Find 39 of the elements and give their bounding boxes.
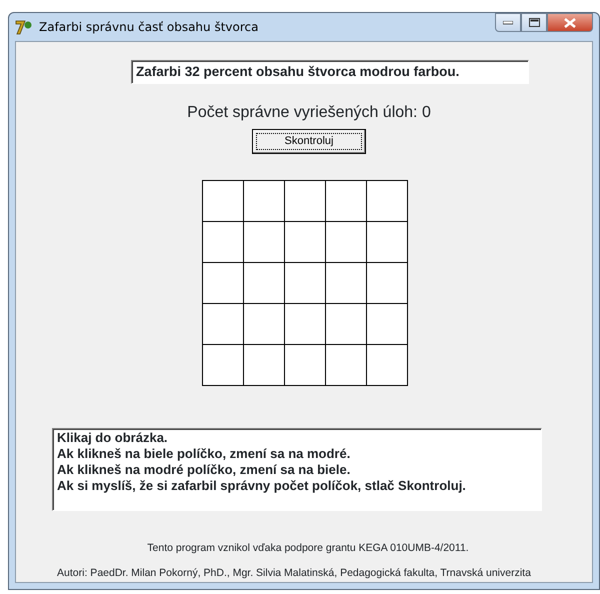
close-icon bbox=[564, 18, 576, 28]
maximize-button[interactable] bbox=[521, 13, 547, 32]
grid-cell[interactable] bbox=[326, 180, 367, 222]
grid-cell[interactable] bbox=[285, 262, 326, 304]
minimize-icon bbox=[503, 20, 513, 24]
grid-cell[interactable] bbox=[285, 180, 326, 222]
grid-cell[interactable] bbox=[203, 304, 244, 344]
task-field: Zafarbi 32 percent obsahu štvorca modrou farbou. bbox=[131, 60, 529, 84]
grid-cell[interactable] bbox=[326, 304, 367, 344]
grid-cell[interactable] bbox=[244, 304, 285, 344]
app-icon bbox=[15, 18, 33, 35]
grid-cell[interactable] bbox=[285, 304, 326, 344]
score-label: Počet správne vyriešených úloh: 0 bbox=[187, 102, 431, 122]
instructions-box: Klikaj do obrázka. Ak klikneš na biele políčko, zmení sa na modré. Ak klikneš na modré políčko, zmení sa na biele. Ak si myslíš, že si zafarbil správny počet políčok, stlač Skontroluj. bbox=[52, 428, 542, 510]
minimize-button[interactable] bbox=[495, 13, 521, 32]
check-button[interactable]: Skontroluj bbox=[252, 128, 366, 154]
close-button[interactable] bbox=[547, 13, 593, 32]
grid-cell[interactable] bbox=[367, 344, 408, 386]
grid-cell[interactable] bbox=[326, 262, 367, 304]
grid-cell[interactable] bbox=[285, 344, 326, 386]
grid-cell[interactable] bbox=[244, 180, 285, 222]
grid-cell[interactable] bbox=[367, 262, 408, 304]
grant-note: Tento program vznikol vďaka podpore grantu KEGA 010UMB-4/2011. bbox=[147, 540, 469, 556]
grid-cell[interactable] bbox=[203, 344, 244, 386]
grid-cell[interactable] bbox=[367, 304, 408, 344]
grid-cell[interactable] bbox=[326, 222, 367, 262]
grid-cell[interactable] bbox=[367, 180, 408, 222]
grid-cell[interactable] bbox=[326, 344, 367, 386]
maximize-icon bbox=[528, 18, 540, 27]
window-title: Zafarbi správnu časť obsahu štvorca bbox=[39, 18, 258, 36]
authors-note: Autori: PaedDr. Milan Pokorný, PhD., Mgr. Silvia Malatinská, Pedagogická fakulta, Trnavská univerzita bbox=[57, 566, 531, 582]
grid-cell[interactable] bbox=[244, 222, 285, 262]
grid-cell[interactable] bbox=[367, 222, 408, 262]
grid-cell[interactable] bbox=[203, 262, 244, 304]
grid-cell[interactable] bbox=[203, 180, 244, 222]
grid-cell[interactable] bbox=[203, 222, 244, 262]
grid-cell[interactable] bbox=[244, 344, 285, 386]
grid-cell[interactable] bbox=[285, 222, 326, 262]
grid-cell[interactable] bbox=[244, 262, 285, 304]
